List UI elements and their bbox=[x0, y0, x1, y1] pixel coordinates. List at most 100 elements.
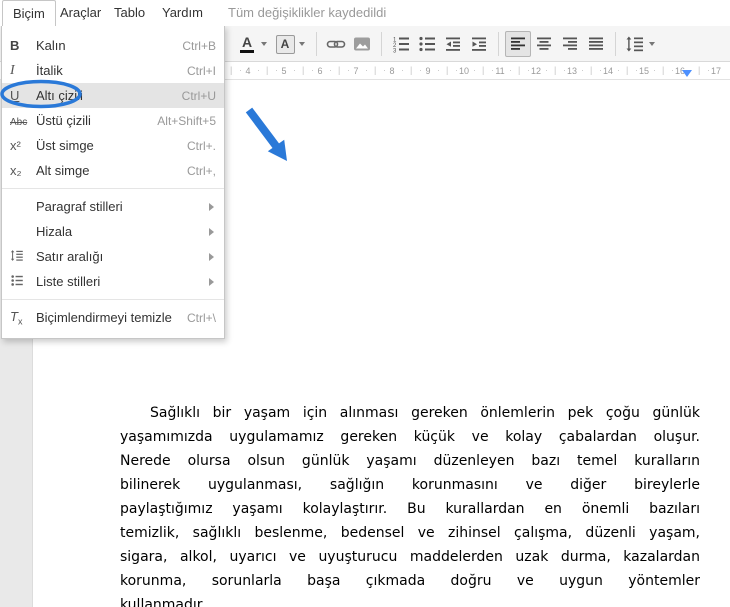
text-line[interactable]: Nerede olursa olsun günlük yaşamı düzenl… bbox=[120, 450, 700, 474]
line-spacing-icon bbox=[626, 36, 643, 52]
toolbar-divider bbox=[615, 32, 616, 56]
menu-item-align[interactable]: Hizala bbox=[2, 219, 224, 244]
ruler-tick: | bbox=[518, 65, 521, 75]
ruler-tick: · bbox=[275, 65, 278, 75]
ruler-tick: · bbox=[437, 65, 440, 75]
menu-item-underline[interactable]: U Altı çizili Ctrl+U bbox=[2, 83, 224, 108]
text-line[interactable]: bilinerek uygulanması, sağlığın korunmas… bbox=[120, 474, 700, 498]
menu-item-shortcut: Ctrl+. bbox=[186, 138, 216, 153]
ruler-number: 7 bbox=[353, 66, 359, 76]
menu-item-shortcut: Ctrl+U bbox=[181, 88, 216, 103]
align-right-button[interactable] bbox=[557, 31, 583, 57]
insert-image-button[interactable] bbox=[349, 31, 375, 57]
menu-bicim[interactable]: Biçim bbox=[2, 0, 56, 26]
ruler-tick: | bbox=[338, 65, 341, 75]
ruler-tick: · bbox=[455, 65, 458, 75]
ruler-tick: · bbox=[257, 65, 260, 75]
text-line[interactable]: kullanmadır. bbox=[120, 594, 700, 607]
underline-icon: U bbox=[10, 88, 20, 103]
ruler-number: 12 bbox=[530, 66, 542, 76]
ruler-number: 13 bbox=[566, 66, 578, 76]
align-left-icon bbox=[511, 37, 525, 50]
menu-item-strikethrough[interactable]: Abc Üstü çizili Alt+Shift+5 bbox=[2, 108, 224, 133]
text-color-button[interactable]: A bbox=[234, 31, 260, 57]
text-line[interactable]: yaşamımızda uygulamamız gereken küçük ve… bbox=[120, 426, 700, 450]
menu-item-paragraph-styles[interactable]: Paragraf stilleri bbox=[2, 194, 224, 219]
ruler-tick: · bbox=[707, 65, 710, 75]
menu-item-label: Hizala bbox=[36, 224, 73, 239]
highlight-color-button[interactable]: A bbox=[272, 31, 298, 57]
align-left-button[interactable] bbox=[505, 31, 531, 57]
ruler-tick: · bbox=[581, 65, 584, 75]
menu-item-shortcut: Ctrl+, bbox=[186, 163, 216, 178]
decrease-indent-icon bbox=[446, 37, 460, 51]
link-icon bbox=[326, 40, 346, 48]
toolbar-divider bbox=[316, 32, 317, 56]
ruler-tick: · bbox=[329, 65, 332, 75]
ruler-tick: · bbox=[401, 65, 404, 75]
right-indent-marker[interactable] bbox=[682, 70, 692, 77]
ruler-tick: · bbox=[509, 65, 512, 75]
align-justify-button[interactable] bbox=[583, 31, 609, 57]
menu-item-superscript[interactable]: x² Üst simge Ctrl+. bbox=[2, 133, 224, 158]
highlight-color-letter: A bbox=[275, 34, 295, 54]
bulleted-list-button[interactable] bbox=[414, 31, 440, 57]
text-line[interactable]: Sağlıklı bir yaşam için alınması gereken… bbox=[120, 402, 700, 426]
menu-item-shortcut: Alt+Shift+5 bbox=[157, 113, 216, 128]
ruler-tick: · bbox=[563, 65, 566, 75]
ruler-tick: · bbox=[365, 65, 368, 75]
increase-indent-button[interactable] bbox=[466, 31, 492, 57]
ruler-tick: | bbox=[662, 65, 665, 75]
ruler-tick: · bbox=[653, 65, 656, 75]
ruler-number: 14 bbox=[602, 66, 614, 76]
menu-item-label: Kalın bbox=[36, 38, 66, 53]
list-styles-icon bbox=[10, 274, 36, 290]
decrease-indent-button[interactable] bbox=[440, 31, 466, 57]
ruler-tick: | bbox=[446, 65, 449, 75]
menu-tablo[interactable]: Tablo bbox=[104, 0, 155, 26]
menu-item-clear-formatting[interactable]: Tx Biçimlendirmeyi temizle Ctrl+\ bbox=[2, 305, 224, 330]
text-color-bar bbox=[240, 50, 254, 53]
ruler-tick: · bbox=[617, 65, 620, 75]
ruler-number: 17 bbox=[710, 66, 722, 76]
text-line[interactable]: korunma, sorunlarla başa çıkmada doğru v… bbox=[120, 570, 700, 594]
align-center-icon bbox=[537, 37, 551, 50]
text-line[interactable]: paylaştığımız yaşamı kolaylaştırır. Bu k… bbox=[120, 498, 700, 522]
ruler-number: 10 bbox=[458, 66, 470, 76]
highlight-color-dropdown-icon[interactable] bbox=[299, 42, 305, 46]
ruler-number: 11 bbox=[495, 66, 505, 76]
menu-item-subscript[interactable]: x₂ Alt simge Ctrl+, bbox=[2, 158, 224, 183]
menu-item-line-spacing[interactable]: Satır aralığı bbox=[2, 244, 224, 269]
subscript-icon: x₂ bbox=[10, 163, 22, 178]
body-paragraph[interactable]: Sağlıklı bir yaşam için alınması gereken… bbox=[120, 402, 700, 607]
line-spacing-icon bbox=[10, 249, 36, 265]
menu-araclar[interactable]: Araçlar bbox=[50, 0, 111, 26]
ruler-number: 6 bbox=[317, 66, 323, 76]
clear-formatting-icon: Tx bbox=[10, 308, 23, 327]
menu-yardim[interactable]: Yardım bbox=[152, 0, 213, 26]
ruler-tick: · bbox=[635, 65, 638, 75]
text-line[interactable]: temizlik, sağlıklı beslenme, bedensel ve… bbox=[120, 522, 700, 546]
ruler-tick: · bbox=[545, 65, 548, 75]
superscript-icon: x² bbox=[10, 138, 21, 153]
menu-item-label: Satır aralığı bbox=[36, 249, 104, 264]
ruler-number: 4 bbox=[245, 66, 251, 76]
menu-item-bold[interactable]: B Kalın Ctrl+B bbox=[2, 33, 224, 58]
text-line[interactable]: sigara, alkol, uyarıcı ve uyuşturucu mad… bbox=[120, 546, 700, 570]
menu-item-italic[interactable]: I İtalik Ctrl+I bbox=[2, 58, 224, 83]
line-spacing-button[interactable] bbox=[622, 31, 648, 57]
menu-item-label: Alt simge bbox=[36, 163, 90, 178]
ruler-tick: · bbox=[473, 65, 476, 75]
save-status-text: Tüm değişiklikler kaydedildi bbox=[228, 5, 387, 20]
align-center-button[interactable] bbox=[531, 31, 557, 57]
ruler-tick: | bbox=[626, 65, 629, 75]
text-color-dropdown-icon[interactable] bbox=[261, 42, 267, 46]
menu-item-list-styles[interactable]: Liste stilleri bbox=[2, 269, 224, 294]
toolbar-divider bbox=[498, 32, 499, 56]
line-spacing-dropdown-icon[interactable] bbox=[649, 42, 655, 46]
ruler-tick: · bbox=[239, 65, 242, 75]
insert-link-button[interactable] bbox=[323, 31, 349, 57]
numbered-list-button[interactable]: 123 bbox=[388, 31, 414, 57]
menu-separator bbox=[2, 299, 224, 300]
ruler-number: 15 bbox=[638, 66, 650, 76]
